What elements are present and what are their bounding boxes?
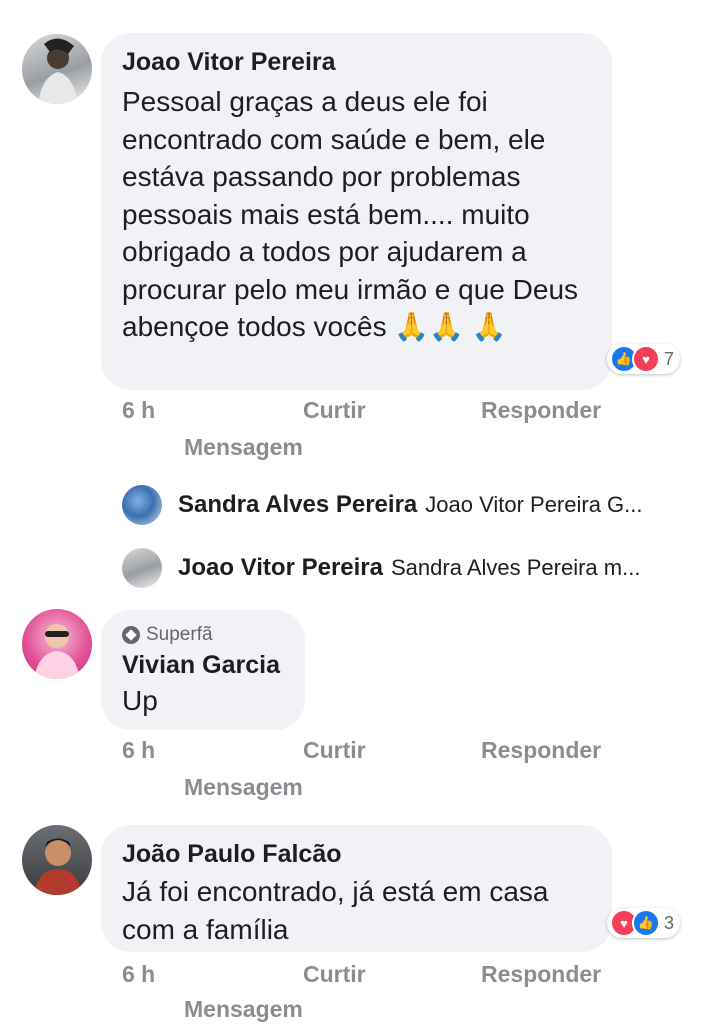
avatar[interactable] — [22, 609, 92, 679]
reply-text: Sandra Alves Pereira m... — [390, 555, 641, 580]
reply-button[interactable]: Responder — [481, 961, 601, 988]
message-button[interactable]: Mensagem — [184, 774, 303, 801]
reaction-count: 3 — [664, 912, 675, 933]
like-button[interactable]: Curtir — [303, 737, 366, 764]
comment-bubble: Superfã Vivian Garcia Up — [101, 610, 305, 730]
reply-preview[interactable]: Sandra Alves Pereira Joao Vitor Pereira … — [122, 483, 692, 527]
reply-text: Joao Vitor Pereira G... — [425, 492, 643, 517]
comment-author[interactable]: Vivian Garcia — [122, 650, 285, 680]
comment-text: Já foi encontrado, já está em casa com a… — [122, 876, 549, 945]
reply-button[interactable]: Responder — [481, 737, 601, 764]
comment-timestamp[interactable]: 6 h — [122, 961, 155, 988]
avatar — [122, 485, 162, 525]
superfan-badge: Superfã — [122, 624, 285, 646]
avatar[interactable] — [22, 825, 92, 895]
comment-actions: 6 h Curtir Responder Mensagem — [0, 737, 713, 807]
badge-label: Superfã — [146, 624, 213, 645]
reply-author[interactable]: Joao Vitor Pereira — [178, 554, 383, 582]
reply-author[interactable]: Sandra Alves Pereira — [178, 491, 417, 519]
like-icon: 👍 — [632, 909, 660, 937]
comment-actions: 6 h Curtir Responder Mensagem — [0, 961, 713, 1024]
reply-preview[interactable]: Joao Vitor Pereira Sandra Alves Pereira … — [122, 546, 692, 590]
comment-author[interactable]: Joao Vitor Pereira — [122, 47, 592, 77]
comment-text: Up — [122, 685, 158, 716]
reaction-count: 7 — [664, 348, 675, 369]
reaction-summary[interactable]: ♥ 👍 3 — [607, 908, 681, 938]
like-button[interactable]: Curtir — [303, 397, 366, 424]
message-button[interactable]: Mensagem — [184, 434, 303, 461]
message-button[interactable]: Mensagem — [184, 996, 303, 1023]
comment-author[interactable]: João Paulo Falcão — [122, 839, 592, 869]
comment-bubble: Joao Vitor Pereira Pessoal graças a deus… — [101, 33, 612, 390]
comment-bubble: João Paulo Falcão Já foi encontrado, já … — [101, 825, 612, 952]
reply-button[interactable]: Responder — [481, 397, 601, 424]
like-button[interactable]: Curtir — [303, 961, 366, 988]
comment-timestamp[interactable]: 6 h — [122, 737, 155, 764]
reaction-summary[interactable]: 👍 ♥ 7 — [607, 344, 681, 374]
comment-text: Pessoal graças a deus ele foi encontrado… — [122, 86, 579, 342]
avatar[interactable] — [22, 34, 92, 104]
comment-timestamp[interactable]: 6 h — [122, 397, 155, 424]
diamond-icon — [122, 626, 140, 644]
comment-actions: 6 h Curtir Responder Mensagem — [0, 397, 713, 467]
love-icon: ♥ — [632, 345, 660, 373]
avatar — [122, 548, 162, 588]
